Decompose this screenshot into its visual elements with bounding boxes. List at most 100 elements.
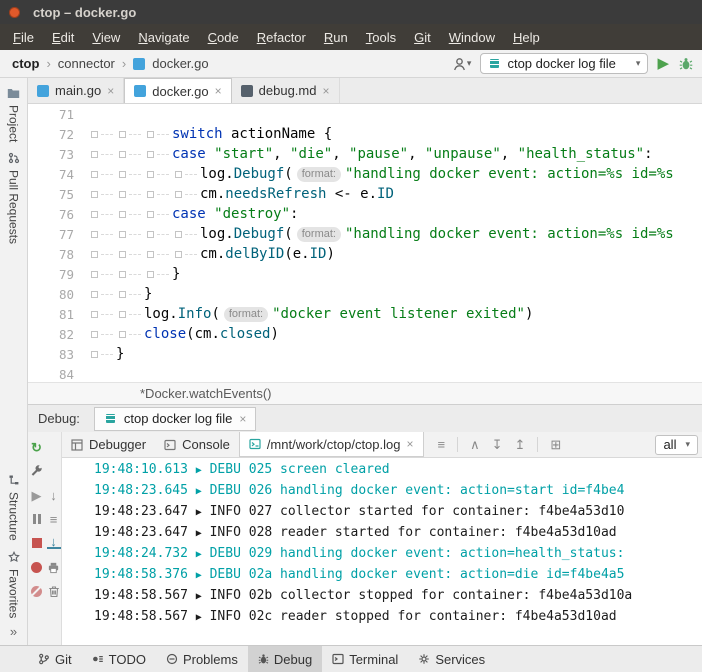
line-number: 79 xyxy=(28,267,74,282)
code-line[interactable]: 75cm.needsRefresh <- e.ID xyxy=(28,184,702,204)
indent-tab-marker xyxy=(144,244,172,264)
code-line[interactable]: 77log.Debugf(format:"handling docker eve… xyxy=(28,224,702,244)
menu-tools[interactable]: Tools xyxy=(357,30,405,45)
code-line[interactable]: 76case "destroy": xyxy=(28,204,702,224)
window-close-button[interactable] xyxy=(9,7,20,18)
scroll-down-icon[interactable]: ↧ xyxy=(492,437,503,453)
print-button[interactable] xyxy=(47,560,61,574)
toolbar-separator xyxy=(457,437,458,452)
log-level-filter-select[interactable]: all ▾ xyxy=(655,435,698,455)
close-icon[interactable]: × xyxy=(322,84,329,98)
log-line: 19:48:58.567 ▶ INFO 02c reader stopped f… xyxy=(62,609,702,630)
close-icon[interactable]: × xyxy=(239,412,246,426)
view-breakpoints-button[interactable] xyxy=(30,560,44,574)
close-icon[interactable]: × xyxy=(406,437,413,451)
more-toolwindows-button[interactable]: » xyxy=(10,624,17,639)
line-number: 83 xyxy=(28,347,74,362)
scroll-to-end-button[interactable]: ↓ xyxy=(47,536,61,549)
breadcrumb-package[interactable]: connector xyxy=(58,56,115,71)
code-line[interactable]: 79} xyxy=(28,264,702,284)
step-down-icon[interactable]: ↓ xyxy=(47,488,61,502)
sidebar-item-favorites[interactable]: Favorites xyxy=(7,569,21,618)
line-number: 73 xyxy=(28,147,74,162)
menu-edit[interactable]: Edit xyxy=(43,30,83,45)
sidebar-item-pull-requests[interactable]: Pull Requests xyxy=(7,170,21,244)
options-menu-icon[interactable]: ≡ xyxy=(438,437,446,452)
soft-wrap-button[interactable]: ≡ xyxy=(47,512,61,526)
tab-debug-md[interactable]: debug.md × xyxy=(232,78,340,103)
run-button[interactable]: ▶ xyxy=(657,56,669,71)
settings-wrench-icon[interactable] xyxy=(30,464,44,478)
debug-panel-header: Debug: ctop docker log file × xyxy=(28,404,702,432)
statusbar-item-terminal[interactable]: Terminal xyxy=(322,646,408,672)
menu-help[interactable]: Help xyxy=(504,30,549,45)
tab-debugger[interactable]: Debugger xyxy=(62,432,155,457)
window-title: ctop – docker.go xyxy=(33,5,136,20)
statusbar-item-todo[interactable]: TODO xyxy=(82,646,156,672)
resume-button[interactable]: ▶ xyxy=(30,488,44,502)
clear-console-button[interactable] xyxy=(47,584,61,598)
menu-window[interactable]: Window xyxy=(440,30,504,45)
indent-tab-marker xyxy=(88,124,116,144)
menu-run[interactable]: Run xyxy=(315,30,357,45)
debug-session-tab[interactable]: ctop docker log file × xyxy=(94,407,256,431)
layout-grid-icon[interactable]: ⊞ xyxy=(550,437,561,453)
code-line[interactable]: 73case "start", "die", "pause", "unpause… xyxy=(28,144,702,164)
code-line[interactable]: 80} xyxy=(28,284,702,304)
close-icon[interactable]: × xyxy=(107,84,114,98)
sidebar-item-structure[interactable]: Structure xyxy=(7,492,21,541)
statusbar-item-problems[interactable]: Problems xyxy=(156,646,248,672)
tab-docker-go[interactable]: docker.go × xyxy=(124,78,231,103)
statusbar-item-git[interactable]: Git xyxy=(28,646,82,672)
tab-console[interactable]: Console xyxy=(155,432,239,457)
stop-button[interactable] xyxy=(30,536,44,550)
tab-log-file[interactable]: /mnt/work/ctop/ctop.log × xyxy=(239,432,424,457)
editor-code[interactable]: 7172switch actionName {73case "start", "… xyxy=(28,104,702,382)
code-line[interactable]: 72switch actionName { xyxy=(28,124,702,144)
collapse-all-icon[interactable]: ∧ xyxy=(470,437,480,453)
pause-button[interactable] xyxy=(30,512,44,526)
code-token: (e. xyxy=(284,246,309,262)
code-line[interactable]: 84 xyxy=(28,364,702,382)
code-line[interactable]: 83} xyxy=(28,344,702,364)
scroll-up-icon[interactable]: ↥ xyxy=(515,437,526,453)
code-token: ( xyxy=(284,226,292,242)
code-token: cm. xyxy=(200,246,225,262)
problems-icon xyxy=(166,653,178,665)
run-config-icon xyxy=(104,412,117,425)
menu-view[interactable]: View xyxy=(83,30,129,45)
indent-tab-marker xyxy=(88,304,116,324)
breadcrumb-project[interactable]: ctop xyxy=(12,56,39,71)
code-line[interactable]: 82close(cm.closed) xyxy=(28,324,702,344)
menu-file[interactable]: File xyxy=(4,30,43,45)
close-icon[interactable]: × xyxy=(215,84,222,98)
tab-main-go[interactable]: main.go × xyxy=(28,78,124,103)
breadcrumb-file[interactable]: docker.go xyxy=(152,56,208,71)
code-line[interactable]: 81log.Info(format:"docker event listener… xyxy=(28,304,702,324)
indent-tab-marker xyxy=(144,184,172,204)
code-line[interactable]: 74log.Debugf(format:"handling docker eve… xyxy=(28,164,702,184)
line-number: 78 xyxy=(28,247,74,262)
statusbar-item-services[interactable]: Services xyxy=(408,646,495,672)
log-message: DEBU 026 handling docker event: action=s… xyxy=(202,483,625,498)
menu-refactor[interactable]: Refactor xyxy=(248,30,315,45)
run-configuration-select[interactable]: ctop docker log file ▾ xyxy=(480,53,648,74)
statusbar-item-debug[interactable]: Debug xyxy=(248,646,322,672)
window-titlebar: ctop – docker.go xyxy=(0,0,702,24)
vcs-user-icon[interactable]: ▾ xyxy=(452,57,472,71)
current-method-label[interactable]: *Docker.watchEvents() xyxy=(140,386,272,401)
code-line[interactable]: 78cm.delByID(e.ID) xyxy=(28,244,702,264)
indent-tab-marker xyxy=(116,144,144,164)
line-number: 81 xyxy=(28,307,74,322)
console-output[interactable]: 19:48:10.613 ▶ DEBU 025 screen cleared19… xyxy=(62,458,702,645)
mute-breakpoints-button[interactable] xyxy=(30,584,44,598)
sidebar-item-project[interactable]: Project xyxy=(7,105,21,142)
menu-navigate[interactable]: Navigate xyxy=(129,30,198,45)
menu-code[interactable]: Code xyxy=(199,30,248,45)
rerun-button[interactable]: ↻ xyxy=(30,440,44,454)
debug-button[interactable] xyxy=(678,56,694,72)
toolbar-separator xyxy=(537,437,538,452)
code-line[interactable]: 71 xyxy=(28,104,702,124)
menu-git[interactable]: Git xyxy=(405,30,440,45)
indent-tab-marker xyxy=(116,184,144,204)
